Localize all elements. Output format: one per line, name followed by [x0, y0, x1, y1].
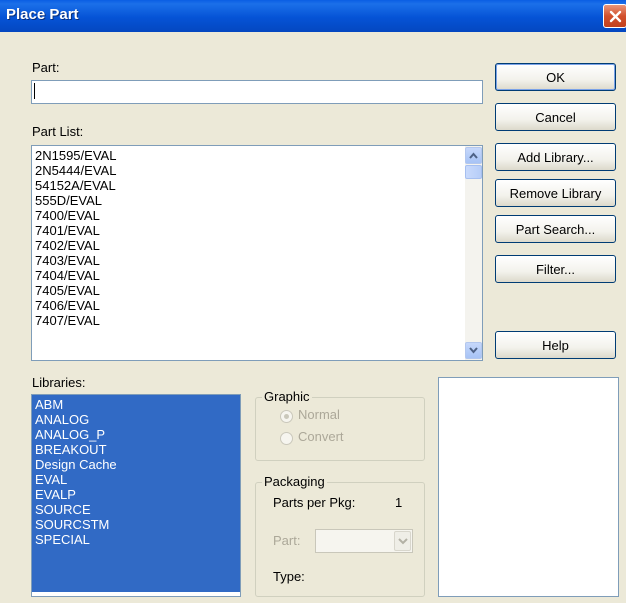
scroll-down-button[interactable] — [465, 342, 482, 359]
type-label: Type: — [273, 569, 305, 584]
part-list[interactable]: 2N1595/EVAL 2N5444/EVAL 54152A/EVAL 555D/EV… — [31, 145, 483, 361]
part-search-button[interactable]: Part Search... — [495, 215, 616, 243]
graphic-group: Graphic Normal Convert — [255, 389, 425, 461]
library-item[interactable]: SOURCSTM — [32, 517, 240, 532]
part-list-item[interactable]: 2N5444/EVAL — [32, 163, 464, 178]
part-list-item[interactable]: 7404/EVAL — [32, 268, 464, 283]
filter-button[interactable]: Filter... — [495, 255, 616, 283]
parts-per-pkg-value: 1 — [395, 495, 403, 510]
library-item[interactable]: ANALOG_P — [32, 427, 240, 442]
scroll-up-button[interactable] — [465, 147, 482, 164]
library-item[interactable]: SPECIAL — [32, 532, 240, 547]
graphic-legend: Graphic — [262, 389, 312, 404]
help-button[interactable]: Help — [495, 331, 616, 359]
normal-radio[interactable] — [280, 410, 293, 423]
part-list-item[interactable]: 7407/EVAL — [32, 313, 464, 328]
libraries-list[interactable]: ABM ANALOG ANALOG_P BREAKOUT Design Cache EVA… — [31, 394, 241, 597]
title-bar: Place Part — [0, 0, 626, 32]
part-preview — [438, 377, 619, 597]
library-item[interactable]: Design Cache — [32, 457, 240, 472]
chevron-down-icon — [398, 538, 408, 545]
packaging-group: Packaging Parts per Pkg: 1 Part: Type: — [255, 474, 425, 597]
ok-button[interactable]: OK — [495, 63, 616, 91]
scroll-thumb[interactable] — [465, 165, 482, 179]
part-list-item[interactable]: 7401/EVAL — [32, 223, 464, 238]
radio-dot — [284, 414, 289, 419]
part-label: Part: — [32, 60, 60, 75]
part-list-item[interactable]: 555D/EVAL — [32, 193, 464, 208]
window-title: Place Part — [6, 6, 79, 23]
dropdown-button[interactable] — [394, 531, 411, 551]
convert-radio[interactable] — [280, 432, 293, 445]
part-list-item[interactable]: 7402/EVAL — [32, 238, 464, 253]
add-library-button[interactable]: Add Library... — [495, 143, 616, 171]
part-input[interactable] — [31, 80, 483, 104]
part-list-item[interactable]: 2N1595/EVAL — [32, 148, 464, 163]
remove-library-button[interactable]: Remove Library — [495, 179, 616, 207]
part-list-item[interactable]: 7403/EVAL — [32, 253, 464, 268]
text-caret — [34, 83, 35, 99]
part-list-item[interactable]: 7406/EVAL — [32, 298, 464, 313]
library-item[interactable]: ABM — [32, 397, 240, 412]
cancel-button[interactable]: Cancel — [495, 103, 616, 131]
normal-label: Normal — [298, 407, 340, 422]
libraries-label: Libraries: — [32, 375, 86, 390]
library-item[interactable]: SOURCE — [32, 502, 240, 517]
packaging-legend: Packaging — [262, 474, 327, 489]
scroll-up-icon — [469, 152, 478, 159]
part-list-item[interactable]: 7405/EVAL — [32, 283, 464, 298]
close-icon — [609, 10, 622, 23]
close-button[interactable] — [603, 4, 626, 28]
convert-label: Convert — [298, 429, 344, 444]
parts-per-pkg-label: Parts per Pkg: — [273, 495, 356, 510]
library-item[interactable]: EVALP — [32, 487, 240, 502]
part-list-label: Part List: — [32, 124, 84, 139]
part-list-item[interactable]: 7400/EVAL — [32, 208, 464, 223]
library-item[interactable]: BREAKOUT — [32, 442, 240, 457]
part-list-scrollbar[interactable] — [465, 146, 482, 360]
library-item[interactable]: ANALOG — [32, 412, 240, 427]
library-item[interactable]: EVAL — [32, 472, 240, 487]
pkg-part-label: Part: — [273, 533, 301, 548]
scroll-down-icon — [469, 347, 478, 354]
part-list-item[interactable]: 54152A/EVAL — [32, 178, 464, 193]
pkg-part-dropdown[interactable] — [315, 529, 413, 553]
